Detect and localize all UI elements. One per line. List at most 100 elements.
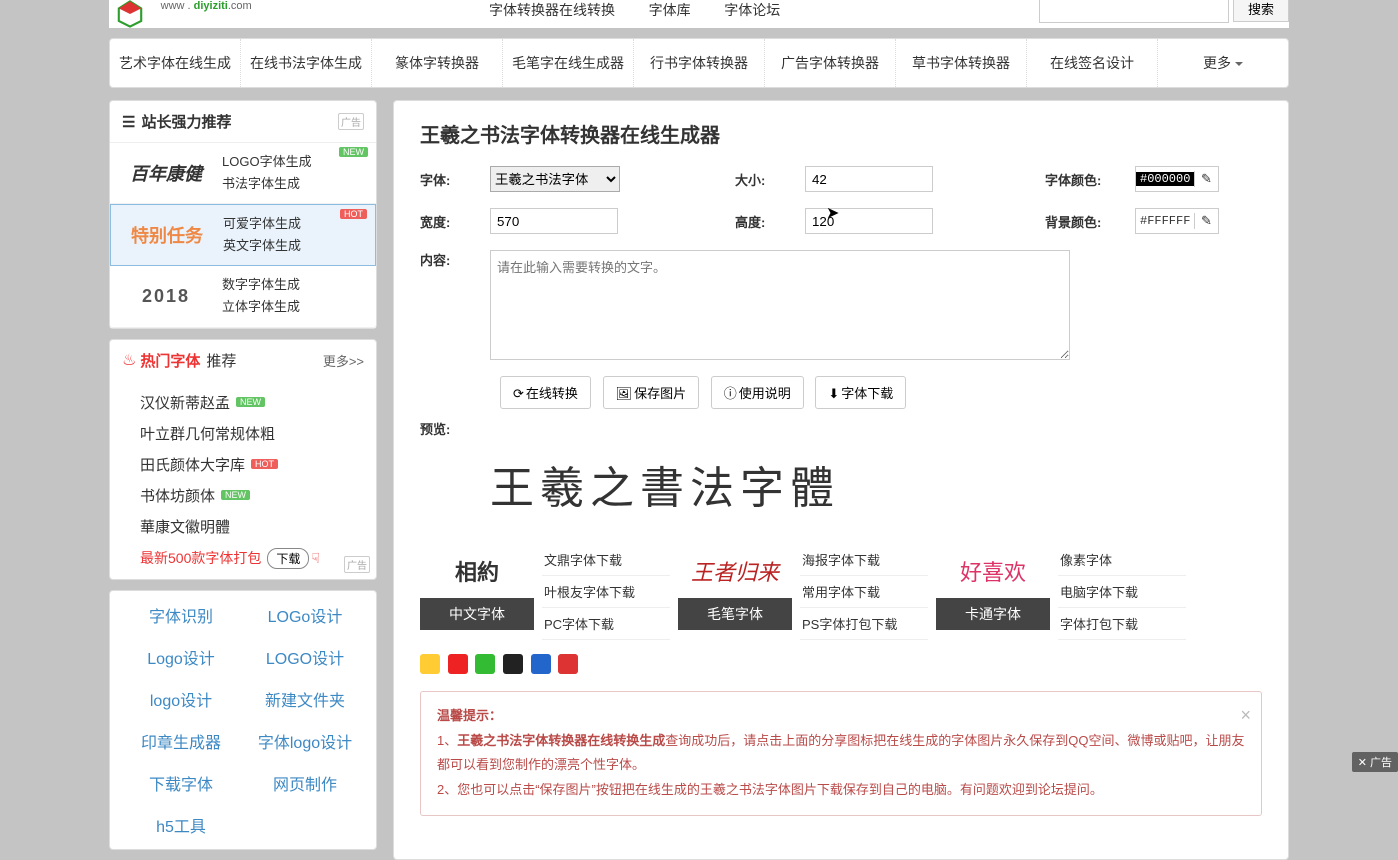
hot-tag: HOT (340, 209, 367, 219)
save-image-button[interactable]: 🖼保存图片 (603, 376, 700, 409)
hot-more-link[interactable]: 更多>> (323, 351, 364, 370)
nav-item[interactable]: 行书字体转换器 (634, 39, 765, 87)
nav-item[interactable]: 在线书法字体生成 (241, 39, 372, 87)
quick-link[interactable]: h5工具 (122, 813, 240, 837)
download-button[interactable]: 下载 (267, 548, 309, 569)
ad-float[interactable]: ✕ 广告 (1352, 752, 1398, 772)
cat-label[interactable]: 中文字体 (420, 598, 534, 630)
hot-font-item[interactable]: 華康文徽明體 (140, 511, 364, 542)
preview-text: 王羲之書法字體 (490, 442, 1262, 526)
cat-link[interactable]: 电脑字体下载 (1058, 576, 1186, 608)
cat-link[interactable]: 常用字体下载 (800, 576, 928, 608)
cat-link[interactable]: 字体打包下载 (1058, 608, 1186, 640)
quick-link[interactable]: logo设计 (122, 687, 240, 711)
site-logo[interactable]: www . diyiziti.com (109, 0, 252, 28)
content-label: 内容: (420, 250, 490, 269)
height-input[interactable] (805, 208, 933, 234)
size-input[interactable] (805, 166, 933, 192)
search-input[interactable] (1039, 0, 1229, 23)
rec-link[interactable]: 英文字体生成 (223, 235, 301, 257)
nav-item[interactable]: 篆体字转换器 (372, 39, 503, 87)
new-tag: NEW (221, 490, 250, 500)
quick-link[interactable]: 字体logo设计 (246, 729, 364, 753)
share-qq-icon[interactable] (503, 654, 523, 674)
top-nav: 字体转换器在线转换 字体库 字体论坛 (489, 0, 810, 20)
bgcolor-picker[interactable]: #FFFFFF ✎ (1135, 208, 1219, 234)
rec-item[interactable]: 百年康健 LOGO字体生成 书法字体生成 NEW (110, 143, 376, 204)
convert-button[interactable]: ⟳在线转换 (500, 376, 591, 409)
cat-label[interactable]: 卡通字体 (936, 598, 1050, 630)
font-select[interactable]: 王羲之书法字体 (490, 166, 620, 192)
fontcolor-picker[interactable]: #000000 ✎ (1135, 166, 1219, 192)
cat-thumb: 相約 (420, 544, 534, 598)
eyedropper-icon[interactable]: ✎ (1194, 171, 1218, 187)
content-textarea[interactable] (490, 250, 1070, 360)
hot-font-item[interactable]: 叶立群几何常规体粗 (140, 418, 364, 449)
search-button[interactable]: 搜索 (1233, 0, 1289, 22)
height-label: 高度: (735, 212, 805, 231)
quick-link[interactable]: Logo设计 (122, 645, 240, 669)
sidebar: ☰ 站长强力推荐 广告 百年康健 LOGO字体生成 书法字体生成 NEW 特别 (109, 100, 377, 860)
share-tieba-icon[interactable] (531, 654, 551, 674)
quick-link[interactable]: 网页制作 (246, 771, 364, 795)
search-area: 搜索 (1039, 0, 1289, 23)
eyedropper-icon[interactable]: ✎ (1194, 213, 1218, 229)
site-url: www . diyiziti.com (161, 0, 252, 12)
fire-icon: ♨ (122, 350, 136, 370)
quick-link[interactable]: 新建文件夹 (246, 687, 364, 711)
fontcolor-label: 字体颜色: (1045, 170, 1135, 189)
nav-item[interactable]: 广告字体转换器 (765, 39, 896, 87)
close-icon[interactable]: × (1240, 698, 1251, 732)
rec-link[interactable]: 数字字体生成 (222, 274, 300, 296)
topnav-link[interactable]: 字体库 (649, 2, 691, 18)
nav-item[interactable]: 艺术字体在线生成 (110, 39, 241, 87)
quick-link[interactable]: 下载字体 (122, 771, 240, 795)
category-cards: 相約中文字体 文鼎字体下载 叶根友字体下载 PC字体下载 王者归来毛笔字体 海报… (420, 544, 1262, 640)
font-label: 字体: (420, 170, 490, 189)
rec-item[interactable]: 特别任务 可爱字体生成 英文字体生成 HOT (110, 204, 376, 266)
cat-link[interactable]: 文鼎字体下载 (542, 544, 670, 576)
cat-link[interactable]: PC字体下载 (542, 608, 670, 640)
rec-link[interactable]: 立体字体生成 (222, 296, 300, 318)
help-button[interactable]: ⓘ使用说明 (711, 376, 804, 409)
hot-tag: HOT (251, 459, 278, 469)
preview-area: 王羲之書法字體 (490, 442, 1262, 526)
share-weibo-icon[interactable] (448, 654, 468, 674)
image-icon: 🖼 (616, 386, 633, 401)
hot-font-item[interactable]: 书体坊颜体NEW (140, 480, 364, 511)
quick-link[interactable]: LOGO设计 (246, 645, 364, 669)
topnav-link[interactable]: 字体转换器在线转换 (489, 2, 615, 18)
nav-item[interactable]: 在线签名设计 (1027, 39, 1158, 87)
cat-thumb: 好喜欢 (936, 544, 1050, 598)
rec-link[interactable]: LOGO字体生成 (222, 151, 312, 173)
share-wechat-icon[interactable] (475, 654, 495, 674)
rec-item[interactable]: 2018 数字字体生成 立体字体生成 (110, 266, 376, 327)
font-download-button[interactable]: ⬇字体下载 (815, 376, 906, 409)
quick-link[interactable]: LOGo设计 (246, 603, 364, 627)
nav-item[interactable]: 草书字体转换器 (896, 39, 1027, 87)
cat-link[interactable]: 像素字体 (1058, 544, 1186, 576)
hot-font-item[interactable]: 田氏颜体大字库HOT (140, 449, 364, 480)
rec-thumb: 2018 (120, 278, 212, 314)
nav-more[interactable]: 更多 (1158, 39, 1288, 87)
nav-item[interactable]: 毛笔字在线生成器 (503, 39, 634, 87)
cat-link[interactable]: PS字体打包下载 (800, 608, 928, 640)
rec-link[interactable]: 书法字体生成 (222, 173, 312, 195)
topnav-link[interactable]: 字体论坛 (724, 2, 780, 18)
cat-label[interactable]: 毛笔字体 (678, 598, 792, 630)
page-title: 王羲之书法字体转换器在线生成器 (420, 119, 1262, 148)
width-input[interactable] (490, 208, 618, 234)
action-buttons: ⟳在线转换 🖼保存图片 ⓘ使用说明 ⬇字体下载 (500, 376, 1262, 409)
share-more-icon[interactable] (558, 654, 578, 674)
hot-font-item[interactable]: 汉仪新蒂赵孟NEW (140, 387, 364, 418)
share-qzone-icon[interactable] (420, 654, 440, 674)
quick-link[interactable]: 字体识别 (122, 603, 240, 627)
tip-title: 温馨提示： (437, 708, 502, 723)
preview-label: 预览: (420, 419, 490, 438)
rec-link[interactable]: 可爱字体生成 (223, 213, 301, 235)
quick-link[interactable]: 印章生成器 (122, 729, 240, 753)
main-content: 王羲之书法字体转换器在线生成器 字体: 王羲之书法字体 大小: 字体颜色: #0 (393, 100, 1289, 860)
cat-link[interactable]: 海报字体下载 (800, 544, 928, 576)
cat-link[interactable]: 叶根友字体下载 (542, 576, 670, 608)
bgcolor-value: #FFFFFF (1136, 214, 1194, 228)
